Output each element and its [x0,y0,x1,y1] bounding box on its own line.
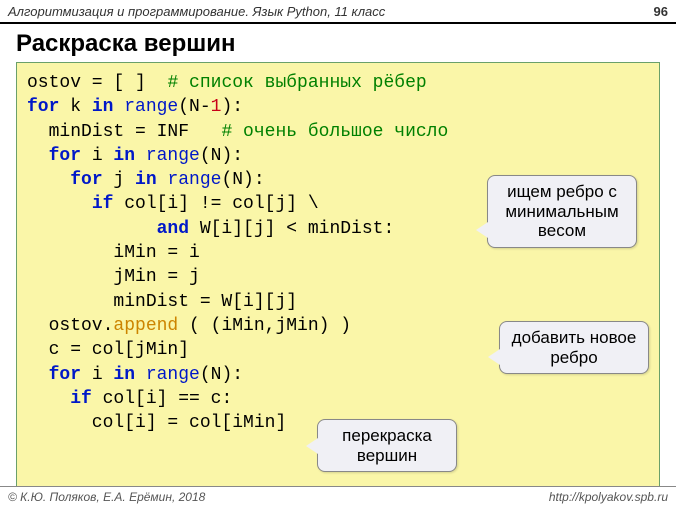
code-line: if col[i] == c: [27,387,649,411]
copyright: © К.Ю. Поляков, Е.А. Ерёмин, 2018 [8,490,205,504]
code-line: ostov = [ ] # список выбранных рёбер [27,71,649,95]
page-number: 96 [654,4,668,19]
code-line: jMin = j [27,265,649,289]
slide-header: Алгоритмизация и программирование. Язык … [0,0,676,24]
slide-title: Раскраска вершин [0,24,676,62]
code-line: for i in range(N): [27,144,649,168]
callout-recolor: перекраска вершин [317,419,457,472]
footer-url: http://kpolyakov.spb.ru [549,490,668,504]
code-line: for k in range(N-1): [27,95,649,119]
course-name: Алгоритмизация и программирование. Язык … [8,4,385,19]
callout-add-edge: добавить новое ребро [499,321,649,374]
code-line: minDist = INF # очень большое число [27,120,649,144]
slide-footer: © К.Ю. Поляков, Е.А. Ерёмин, 2018 http:/… [0,486,676,506]
code-line: minDist = W[i][j] [27,290,649,314]
code-block: ostov = [ ] # список выбранных рёбер for… [16,62,660,490]
callout-find-edge: ищем ребро с минимальным весом [487,175,637,248]
